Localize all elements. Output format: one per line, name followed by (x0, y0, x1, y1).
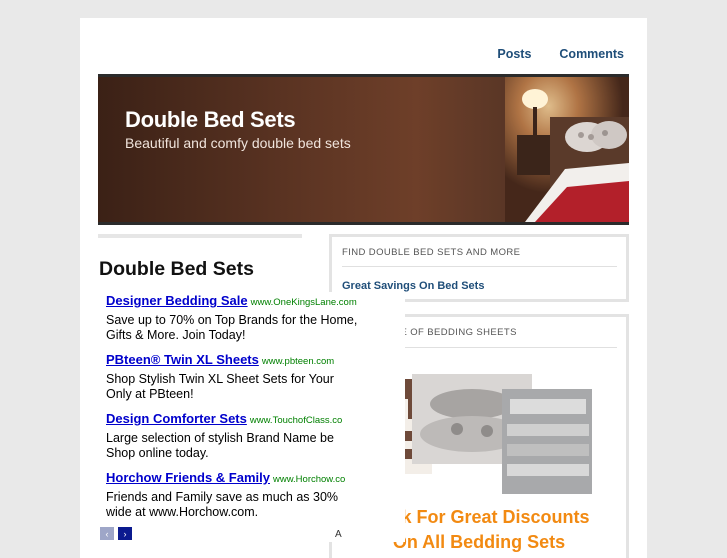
ad-description-line2: Only at PBteen! (106, 387, 194, 401)
page-title: Double Bed Sets (99, 258, 254, 280)
ad-item: Horchow Friends & Family www.Horchow.co F… (106, 469, 345, 520)
ad-url-link[interactable]: www.OneKingsLane.com (251, 297, 357, 308)
nav-posts-link[interactable]: Posts (497, 47, 531, 61)
ad-title-link[interactable]: Design Comforter Sets (106, 411, 247, 426)
ad-url-link[interactable]: www.pbteen.com (262, 356, 334, 367)
ad-item: Design Comforter Sets www.TouchofClass.co… (106, 410, 342, 461)
ad-description-line1: Save up to 70% on Top Brands for the Hom… (106, 313, 358, 327)
top-nav: Posts Comments (497, 47, 624, 61)
ad-description-line2: Shop online today. (106, 446, 209, 460)
ad-description-line1: Shop Stylish Twin XL Sheet Sets for Your (106, 372, 334, 386)
chevron-right-icon[interactable]: › (118, 527, 132, 540)
ad-description-line1: Friends and Family save as much as 30% (106, 490, 339, 504)
ad-description-line2: wide at www.Horchow.com. (106, 505, 259, 519)
chevron-left-icon[interactable]: ‹ (100, 527, 114, 540)
ad-title-link[interactable]: PBteen® Twin XL Sheets (106, 352, 259, 367)
site-header-banner: Double Bed Sets Beautiful and comfy doub… (98, 74, 629, 225)
bedroom-photo (505, 77, 629, 222)
nav-comments-link[interactable]: Comments (559, 47, 624, 61)
widget-divider (342, 266, 617, 267)
ad-description-line1: Large selection of stylish Brand Name be (106, 431, 334, 445)
ad-url-link[interactable]: www.Horchow.co (273, 474, 345, 485)
ad-url-link[interactable]: www.TouchofClass.co (250, 415, 342, 426)
page-container: Posts Comments Double Bed Sets Beautiful… (80, 18, 647, 558)
site-title[interactable]: Double Bed Sets (125, 107, 296, 133)
content-top-divider (98, 234, 302, 238)
ad-description-line2: Gifts & More. Join Today! (106, 328, 246, 342)
ad-item: PBteen® Twin XL Sheets www.pbteen.com Sho… (106, 351, 334, 402)
ad-title-link[interactable]: Horchow Friends & Family (106, 470, 270, 485)
adchoices-icon[interactable]: A (335, 529, 342, 540)
site-subtitle: Beautiful and comfy double bed sets (125, 135, 351, 151)
ad-title-link[interactable]: Designer Bedding Sale (106, 293, 248, 308)
ad-item: Designer Bedding Sale www.OneKingsLane.co… (106, 292, 357, 343)
ad-unit: Designer Bedding Sale www.OneKingsLane.co… (100, 292, 405, 542)
sidebar-widget-heading: FIND DOUBLE BED SETS AND MORE (342, 247, 521, 258)
great-savings-link[interactable]: Great Savings On Bed Sets (342, 280, 484, 292)
ad-pager: ‹ › (100, 527, 132, 540)
